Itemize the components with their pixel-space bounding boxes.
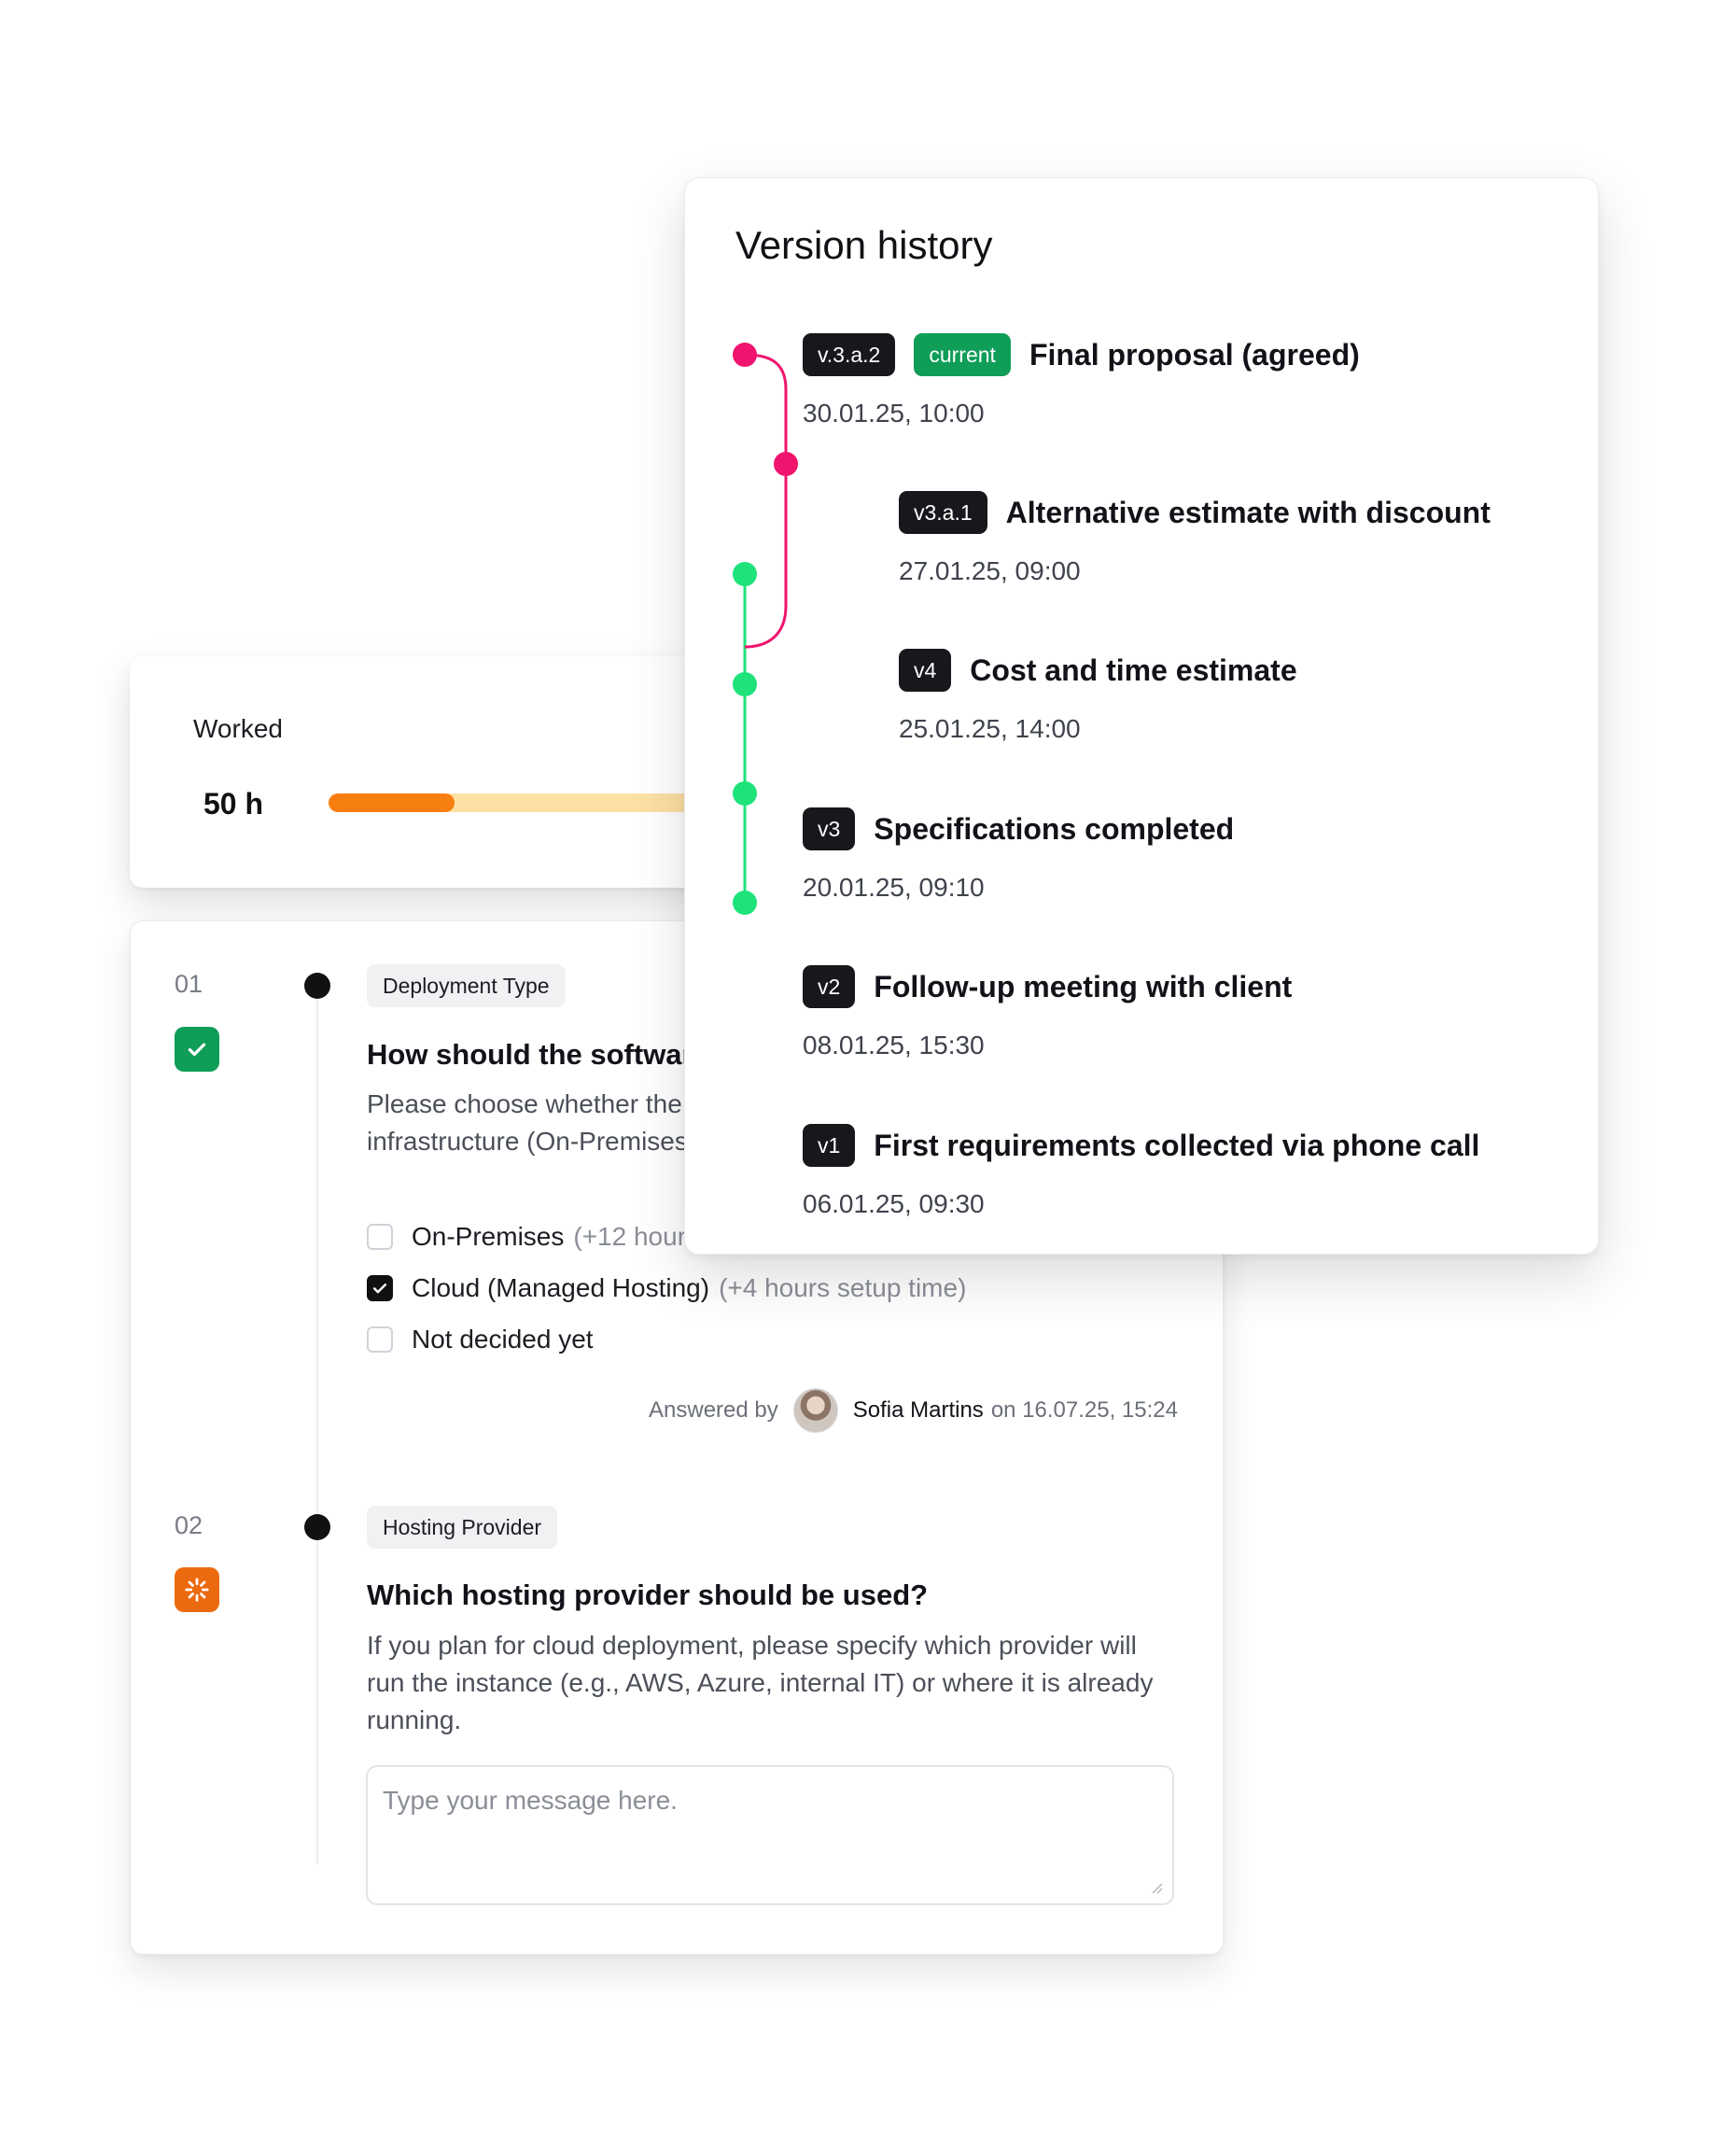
answered-timestamp: on 16.07.25, 15:24 — [990, 1397, 1178, 1423]
message-input[interactable]: Type your message here. — [366, 1765, 1174, 1905]
check-icon — [175, 1027, 219, 1072]
answered-by-name[interactable]: Sofia Martins — [853, 1397, 984, 1424]
option-note: (+4 hours setup time) — [719, 1273, 967, 1302]
version-history-card: Version history v.3.a.2 current Final pr… — [684, 177, 1599, 1255]
answered-by: Answered by Sofia Martins on 16.07.25, 1… — [649, 1388, 1178, 1433]
current-badge: current — [914, 333, 1011, 376]
version-badge: v1 — [803, 1124, 856, 1167]
worked-label: Worked — [193, 714, 283, 743]
version-entry[interactable]: v3.a.1 Alternative estimate with discoun… — [899, 491, 1491, 534]
question-title: Which hosting provider should be used? — [367, 1579, 929, 1611]
check-icon — [372, 1284, 387, 1294]
version-entry[interactable]: v.3.a.2 current Final proposal (agreed) — [803, 333, 1360, 376]
version-date: 27.01.25, 09:00 — [899, 556, 1081, 585]
question-number: 02 — [175, 1511, 203, 1539]
option-cloud-managed-hosting[interactable]: Cloud (Managed Hosting) (+4 hours setup … — [367, 1273, 966, 1303]
version-badge: v.3.a.2 — [803, 333, 896, 376]
version-node-v3[interactable] — [733, 672, 757, 696]
version-date: 08.01.25, 15:30 — [803, 1031, 985, 1059]
checkbox-checked[interactable] — [367, 1275, 393, 1301]
version-node-v3.a.1[interactable] — [774, 452, 798, 476]
version-badge: v4 — [899, 649, 952, 692]
version-title: Final proposal (agreed) — [1029, 337, 1360, 372]
questions-timeline-line — [316, 985, 318, 1864]
resize-handle-icon[interactable] — [1150, 1881, 1163, 1894]
question-tag: Deployment Type — [367, 964, 566, 1007]
question-number: 01 — [175, 970, 203, 998]
version-entry[interactable]: v1 First requirements collected via phon… — [803, 1124, 1479, 1167]
version-entry[interactable]: v3 Specifications completed — [803, 807, 1234, 850]
version-date: 25.01.25, 14:00 — [899, 714, 1081, 743]
version-node-v4[interactable] — [733, 562, 757, 586]
version-date: 30.01.25, 10:00 — [803, 399, 985, 428]
version-badge: v3.a.1 — [899, 491, 987, 534]
version-node-v.3.a.2[interactable] — [733, 343, 757, 367]
version-date: 20.01.25, 09:10 — [803, 873, 985, 902]
avatar — [792, 1388, 838, 1433]
worked-hours-value: 50 h — [203, 787, 264, 821]
option-label: Cloud (Managed Hosting) — [412, 1273, 710, 1302]
version-badge: v2 — [803, 965, 856, 1008]
question-description: If you plan for cloud deployment, please… — [367, 1631, 1154, 1734]
question-timeline-dot — [304, 1514, 330, 1540]
version-entry[interactable]: v2 Follow-up meeting with client — [803, 965, 1292, 1008]
version-badge: v3 — [803, 807, 856, 850]
checkbox[interactable] — [367, 1326, 393, 1353]
option-label: Not decided yet — [412, 1325, 594, 1354]
version-title: First requirements collected via phone c… — [874, 1128, 1480, 1162]
version-node-v2[interactable] — [733, 781, 757, 806]
option-label: On-Premises — [412, 1222, 565, 1251]
version-title: Alternative estimate with discount — [1005, 495, 1491, 529]
question-timeline-dot — [304, 973, 330, 999]
worked-progress-fill — [329, 793, 455, 812]
answered-by-label: Answered by — [649, 1397, 778, 1423]
version-entry[interactable]: v4 Cost and time estimate — [899, 649, 1297, 692]
checkbox[interactable] — [367, 1224, 393, 1250]
alternative-branch-line — [744, 353, 788, 649]
question-tag: Hosting Provider — [367, 1506, 558, 1549]
version-date: 06.01.25, 09:30 — [803, 1189, 985, 1218]
option-not-decided-yet[interactable]: Not decided yet — [367, 1325, 594, 1354]
version-title: Specifications completed — [874, 811, 1235, 846]
loading-spinner-icon — [175, 1567, 219, 1612]
version-title: Follow-up meeting with client — [874, 969, 1293, 1003]
version-title: Cost and time estimate — [970, 653, 1297, 687]
message-placeholder: Type your message here. — [383, 1786, 678, 1815]
version-node-v1[interactable] — [733, 891, 757, 915]
